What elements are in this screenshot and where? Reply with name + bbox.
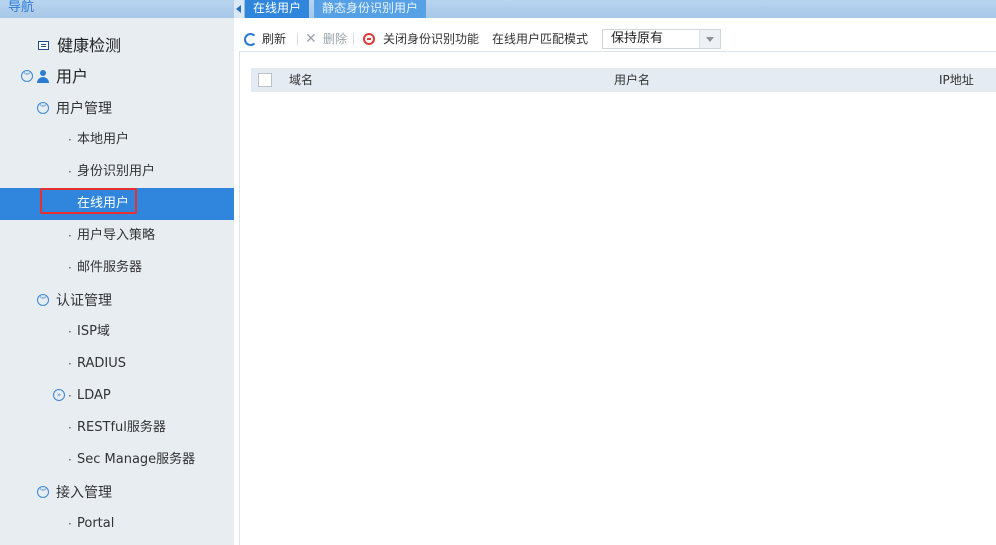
nav-item-label: 接入管理 (56, 485, 112, 501)
nav-item-label: RESTful服务器 (77, 420, 166, 435)
stop-icon (363, 33, 375, 45)
nav-item-mail-server[interactable]: · 邮件服务器 (0, 252, 234, 284)
chevron-down-icon[interactable]: ︾ (37, 486, 49, 498)
column-header-domain[interactable]: 域名 (289, 68, 313, 92)
health-check-icon (38, 41, 49, 50)
navigation-panel: 导航 健康检测 ︾ 用户 ︾ 用户管理 · 本地用户 · 身份识别用户 在线用户… (0, 0, 234, 545)
column-header-username[interactable]: 用户名 (614, 68, 650, 92)
nav-item-sec-manage-server[interactable]: · Sec Manage服务器 (0, 444, 234, 476)
nav-item-label: 在线用户 (77, 196, 130, 211)
bullet: · (68, 325, 72, 339)
nav-item-label: 认证管理 (56, 293, 112, 309)
chevron-down-icon[interactable]: ︾ (21, 70, 33, 82)
nav-item-users[interactable]: ︾ 用户 (0, 61, 234, 93)
nav-item-portal[interactable]: · Portal (0, 508, 234, 540)
match-mode-value: 保持原有 (611, 31, 664, 46)
nav-item-auth-management[interactable]: ︾ 认证管理 (0, 285, 234, 317)
nav-item-label: 本地用户 (77, 132, 130, 147)
nav-item-restful-server[interactable]: · RESTful服务器 (0, 412, 234, 444)
bullet: · (68, 261, 72, 275)
bullet: · (68, 389, 72, 403)
table-header: 域名 用户名 IP地址 (251, 68, 996, 92)
bullet: · (68, 357, 72, 371)
nav-item-label: Portal (77, 516, 115, 531)
nav-item-label: RADIUS (77, 356, 127, 371)
nav-item-label: Sec Manage服务器 (77, 452, 196, 467)
chevron-down-icon[interactable] (699, 30, 720, 48)
user-icon (37, 70, 49, 84)
nav-item-radius[interactable]: · RADIUS (0, 348, 234, 380)
toolbar: 刷新 ✕ 删除 关闭身份识别功能 在线用户匹配模式 保持原有 (239, 27, 996, 52)
bullet: · (68, 165, 72, 179)
nav-item-label: LDAP (77, 388, 111, 403)
nav-item-isp-domain[interactable]: · ISP域 (0, 316, 234, 348)
nav-item-ldap[interactable]: » · LDAP (0, 380, 234, 412)
tab-static-identity-users[interactable]: 静态身份识别用户 (314, 0, 427, 18)
bullet: · (68, 229, 72, 243)
nav-item-label: 用户管理 (56, 101, 112, 117)
select-all-checkbox[interactable] (258, 73, 272, 87)
toolbar-divider (353, 33, 354, 45)
column-header-ip-address[interactable]: IP地址 (939, 68, 974, 92)
nav-item-identity-users[interactable]: · 身份识别用户 (0, 156, 234, 188)
nav-item-local-users[interactable]: · 本地用户 (0, 124, 234, 156)
nav-item-user-management[interactable]: ︾ 用户管理 (0, 93, 234, 125)
content-border (239, 27, 240, 545)
nav-item-label: 邮件服务器 (77, 260, 143, 275)
collapse-nav-icon[interactable] (234, 0, 245, 18)
nav-item-label: 用户导入策略 (77, 228, 156, 243)
bullet: · (68, 453, 72, 467)
bullet: · (68, 421, 72, 435)
match-mode-label: 在线用户匹配模式 (492, 32, 589, 46)
nav-item-online-users[interactable]: 在线用户 (0, 188, 234, 220)
nav-item-access-management[interactable]: ︾ 接入管理 (0, 477, 234, 509)
delete-icon: ✕ (305, 31, 317, 47)
chevron-right-icon[interactable]: » (53, 389, 65, 401)
nav-item-label: 健康检测 (57, 36, 122, 55)
disable-identity-label: 关闭身份识别功能 (383, 32, 480, 46)
tab-bar: 在线用户 静态身份识别用户 (234, 0, 996, 18)
delete-button[interactable]: ✕ 删除 (239, 27, 349, 51)
bullet: · (68, 517, 72, 531)
chevron-down-icon[interactable]: ︾ (37, 102, 49, 114)
delete-label: 删除 (323, 32, 348, 46)
tab-online-users[interactable]: 在线用户 (245, 0, 310, 18)
nav-item-label: ISP域 (77, 324, 110, 339)
nav-header: 导航 (0, 0, 234, 18)
nav-title: 导航 (8, 0, 35, 15)
bullet: · (68, 133, 72, 147)
chevron-down-icon[interactable]: ︾ (37, 294, 49, 306)
nav-item-health-check[interactable]: 健康检测 (0, 30, 234, 62)
nav-item-label: 用户 (56, 67, 89, 86)
disable-identity-button[interactable]: 关闭身份识别功能 (359, 27, 484, 51)
nav-item-user-import-policy[interactable]: · 用户导入策略 (0, 220, 234, 252)
match-mode-select[interactable]: 保持原有 (602, 29, 721, 49)
nav-item-label: 身份识别用户 (77, 164, 156, 179)
